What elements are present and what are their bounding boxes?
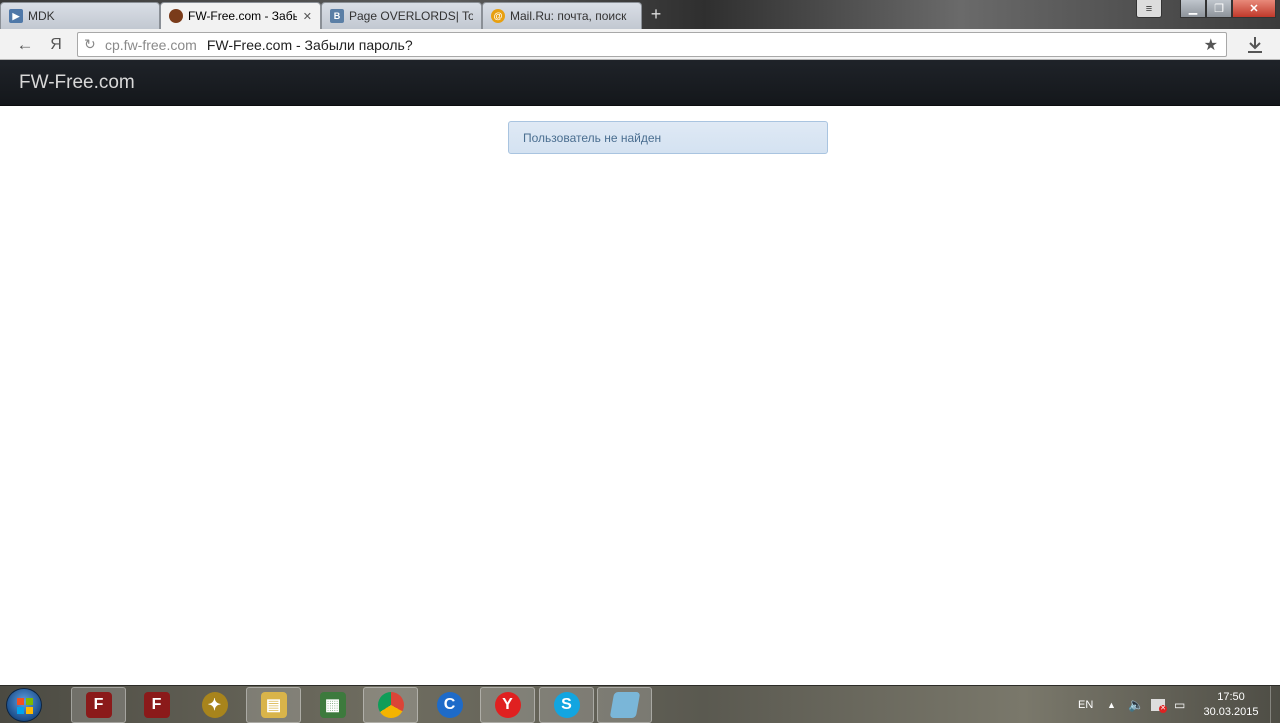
close-window-button[interactable]: ✕ — [1232, 0, 1276, 18]
file-explorer-icon: ▤ — [260, 692, 287, 718]
start-button[interactable] — [6, 688, 42, 722]
browser-toolbar: ← Я ↻ cp.fw-free.com FW-Free.com - Забыл… — [0, 29, 1280, 60]
tab-fw-free[interactable]: FW-Free.com - Забыл ✕ — [160, 2, 321, 29]
taskbar-app-emblem[interactable]: ✦ — [187, 687, 242, 723]
tab-label: Page OVERLORDS| Tok — [349, 9, 473, 23]
notes-icon — [609, 692, 640, 718]
close-tab-icon[interactable]: ✕ — [303, 10, 312, 23]
tab-label: FW-Free.com - Забыл — [188, 9, 297, 23]
new-tab-button[interactable]: + — [646, 5, 666, 23]
network-error-icon[interactable]: ✕ — [1151, 686, 1167, 723]
mailru-icon: @ — [491, 9, 505, 23]
downloads-button[interactable] — [1244, 34, 1266, 56]
site-navbar: FW-Free.com — [0, 60, 1280, 106]
bookmark-star-icon[interactable]: ★ — [1204, 35, 1218, 55]
taskbar-app-chrome[interactable] — [363, 687, 418, 723]
maximize-button[interactable]: ❐ — [1206, 0, 1232, 18]
chrome-icon — [377, 692, 404, 718]
windows-taskbar: F F ✦ ▤ ▦ C Y S EN ▲ 🔈 ✕ ▭ 17:50 30.03.2… — [0, 685, 1280, 723]
tab-overlords[interactable]: B Page OVERLORDS| Tok — [321, 2, 482, 29]
taskbar-app-yandex[interactable]: Y — [480, 687, 535, 723]
site-icon — [169, 9, 183, 23]
address-page-title: FW-Free.com - Забыли пароль? — [206, 36, 413, 53]
address-domain: cp.fw-free.com — [105, 36, 197, 53]
minimize-button[interactable]: ▁ — [1180, 0, 1206, 18]
yandex-button[interactable]: Я — [45, 34, 67, 56]
skype-icon: S — [553, 692, 580, 718]
action-center-icon[interactable]: ▭ — [1174, 686, 1185, 723]
download-icon — [1248, 37, 1262, 53]
system-clock[interactable]: 17:50 30.03.2015 — [1196, 690, 1266, 720]
volume-icon[interactable]: 🔈 — [1128, 686, 1144, 723]
play-icon: ▶ — [9, 9, 23, 23]
task-manager-icon: ▦ — [319, 692, 346, 718]
taskbar-app-skype[interactable]: S — [539, 687, 594, 723]
taskbar-app-task-manager[interactable]: ▦ — [305, 687, 360, 723]
language-indicator[interactable]: EN — [1078, 686, 1093, 723]
browser-menu-button[interactable]: ≡ — [1136, 0, 1162, 18]
taskbar-app-game-2[interactable]: F — [129, 687, 184, 723]
yandex-browser-icon: Y — [494, 692, 521, 718]
taskbar-app-game-1[interactable]: F — [71, 687, 126, 723]
reload-icon[interactable]: ↻ — [84, 36, 104, 53]
clock-time: 17:50 — [1217, 691, 1245, 703]
tab-mdk[interactable]: ▶ MDK — [0, 2, 160, 29]
windows-logo-icon — [17, 698, 33, 714]
taskbar-app-notes[interactable] — [597, 687, 652, 723]
show-hidden-icons-button[interactable]: ▲ — [1107, 686, 1116, 723]
user-not-found-alert: Пользователь не найден — [508, 121, 828, 154]
site-brand-link[interactable]: FW-Free.com — [19, 72, 135, 94]
taskbar-app-explorer[interactable]: ▤ — [246, 687, 301, 723]
clock-date: 30.03.2015 — [1203, 706, 1259, 718]
tab-mailru[interactable]: @ Mail.Ru: почта, поиск — [482, 2, 642, 29]
back-button[interactable]: ← — [14, 34, 36, 56]
address-bar[interactable]: ↻ cp.fw-free.com FW-Free.com - Забыли па… — [77, 32, 1227, 57]
browser-tab-strip: ▶ MDK FW-Free.com - Забыл ✕ B Page OVERL… — [0, 0, 1280, 29]
c-browser-icon: C — [436, 692, 463, 718]
tab-label: Mail.Ru: почта, поиск — [510, 9, 627, 23]
taskbar-app-c-browser[interactable]: C — [422, 687, 477, 723]
game-launcher-2-icon: F — [143, 692, 170, 718]
vk-icon: B — [330, 9, 344, 23]
tab-label: MDK — [28, 9, 55, 23]
alert-message: Пользователь не найден — [523, 130, 662, 145]
game-emblem-icon: ✦ — [201, 692, 228, 718]
game-launcher-1-icon: F — [85, 692, 112, 718]
show-desktop-button[interactable] — [1270, 686, 1280, 723]
